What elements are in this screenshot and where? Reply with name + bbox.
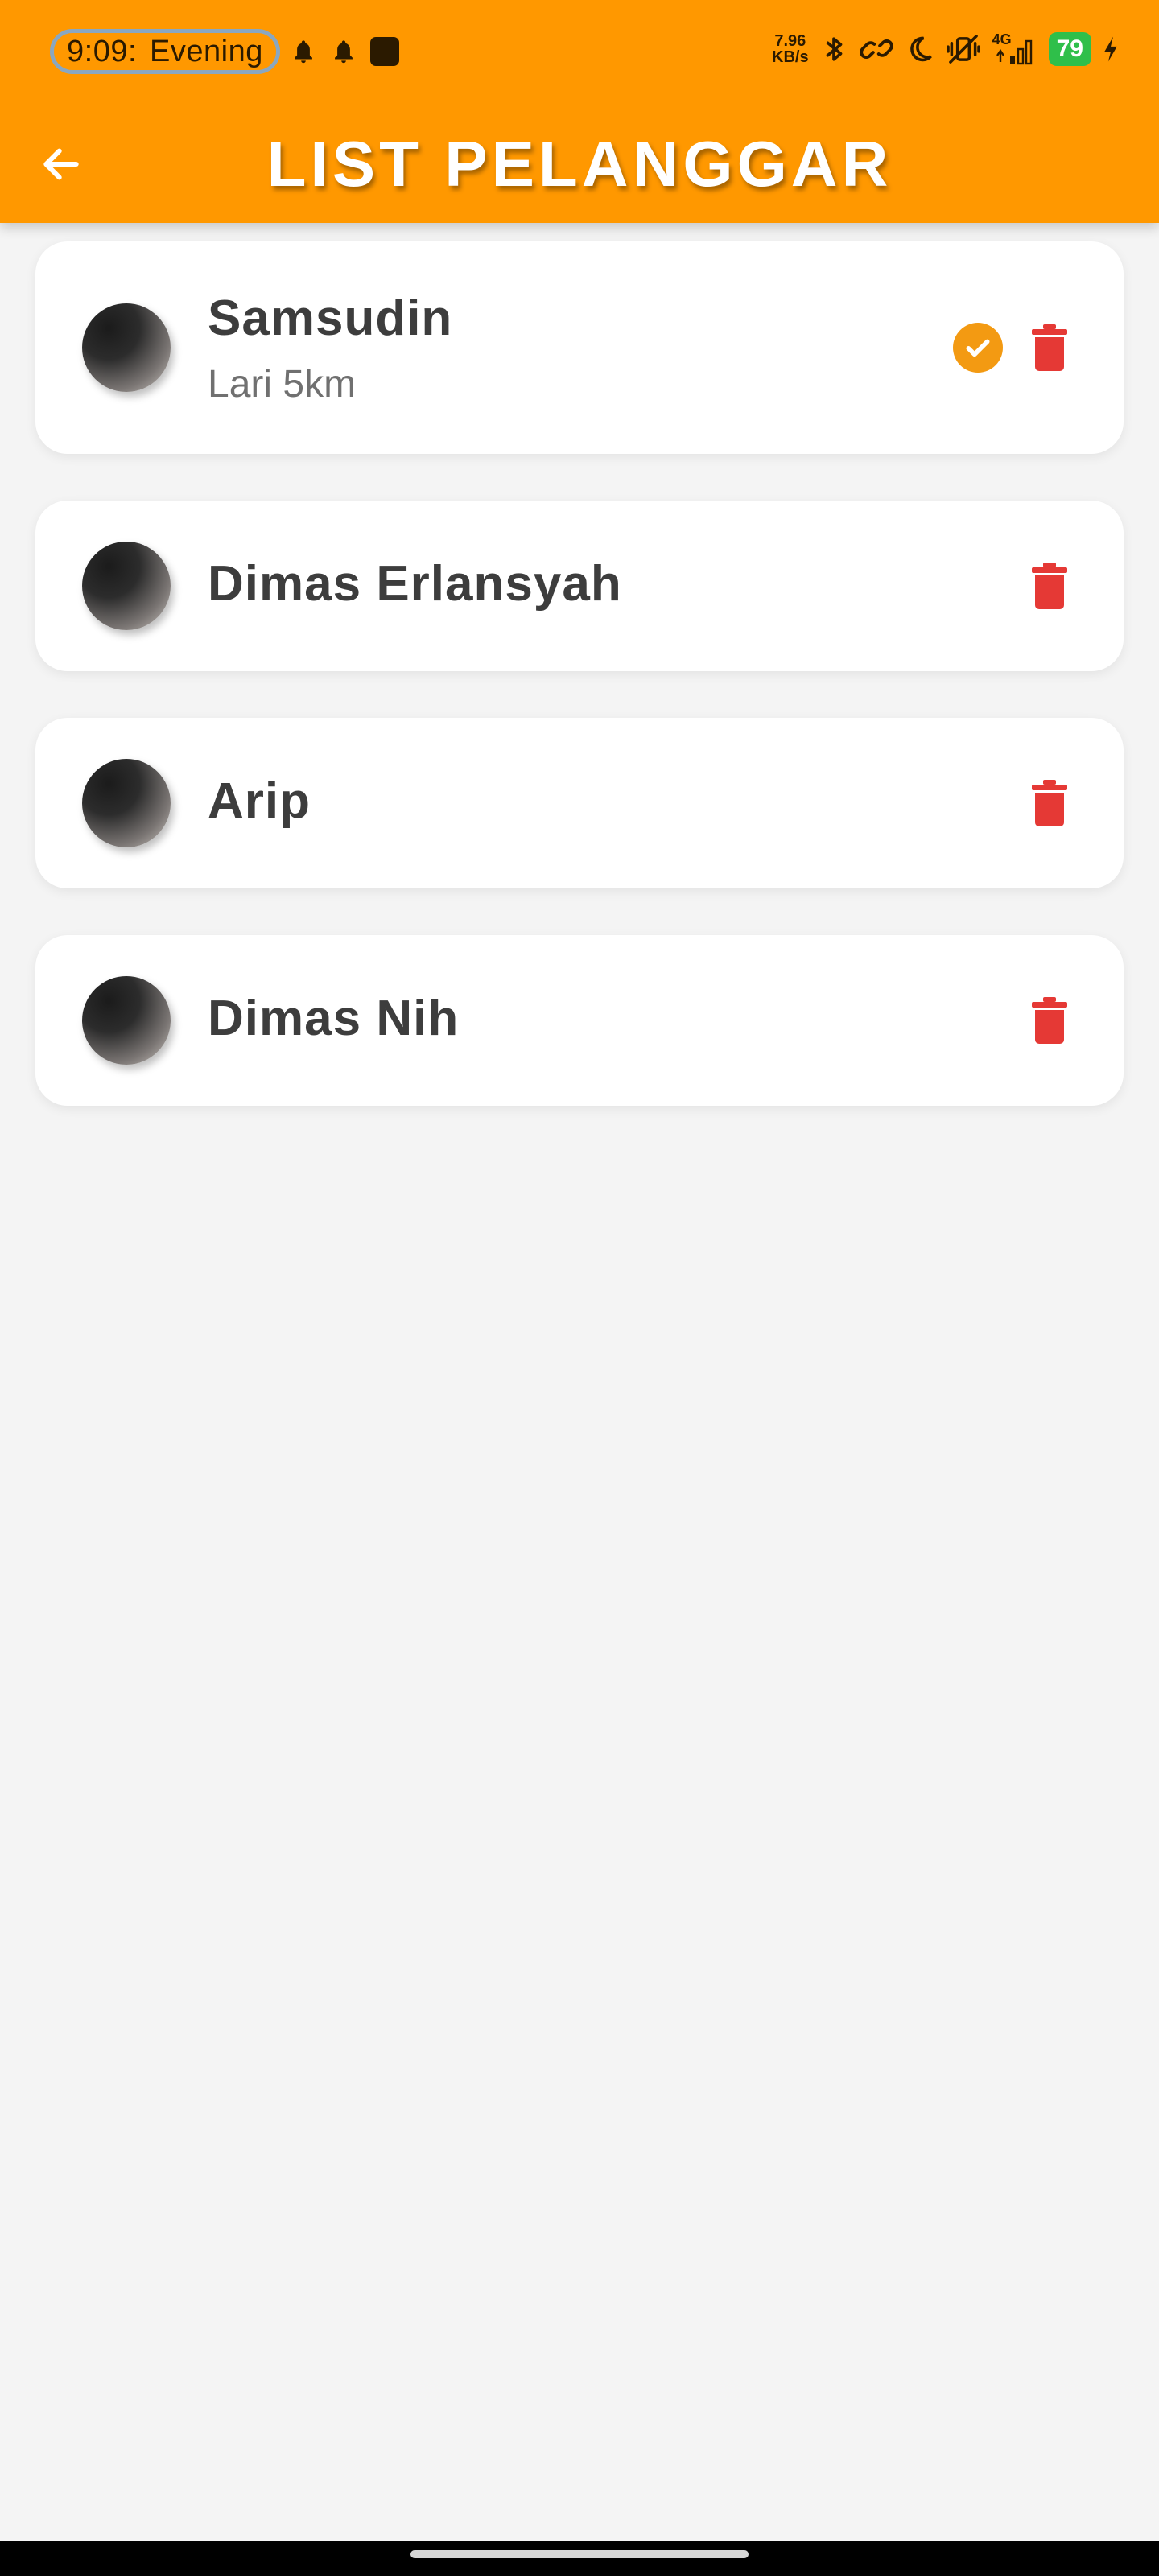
complete-button[interactable] xyxy=(953,323,1003,373)
app-notification-icon xyxy=(370,37,399,66)
item-name: Arip xyxy=(208,773,311,829)
network-speed-unit: KB/s xyxy=(772,48,809,66)
clock-pill[interactable]: 9:09: Evening xyxy=(50,29,280,74)
vibrate-off-icon xyxy=(946,35,980,64)
check-icon xyxy=(966,339,990,357)
battery-level: 79 xyxy=(1048,32,1091,66)
trash-icon xyxy=(1032,780,1067,826)
trash-icon xyxy=(1032,563,1067,609)
list-item[interactable]: Dimas Erlansyah xyxy=(35,501,1124,671)
notification-bell-icon-2 xyxy=(335,40,353,64)
network-speed-value: 7.96 xyxy=(774,32,806,50)
item-subtitle: Lari 5km xyxy=(208,363,357,406)
delete-button[interactable] xyxy=(1029,777,1070,829)
delete-button[interactable] xyxy=(1029,560,1070,612)
bluetooth-icon xyxy=(825,37,842,61)
home-gesture-handle[interactable] xyxy=(410,2550,749,2558)
violator-list: Samsudin Lari 5km Dimas Erlansyah Arip D… xyxy=(35,241,1124,1152)
list-item[interactable]: Samsudin Lari 5km xyxy=(35,241,1124,454)
link-icon xyxy=(859,39,893,59)
status-bar: 9:09: Evening 7.96 KB/s 4G 79 xyxy=(0,0,1159,105)
charging-icon xyxy=(1104,36,1117,62)
signal-bars-icon xyxy=(996,39,1032,65)
status-icons: 7.96 KB/s 4G 79 xyxy=(772,31,1119,66)
trash-icon xyxy=(1032,324,1067,371)
signal-icon: 4G xyxy=(992,31,1037,65)
clock-label: Evening xyxy=(150,34,263,68)
trash-icon xyxy=(1032,997,1067,1044)
system-navigation-bar xyxy=(0,2541,1159,2576)
network-speed: 7.96 KB/s xyxy=(772,33,809,65)
item-name: Dimas Nih xyxy=(208,991,460,1046)
avatar xyxy=(82,976,171,1065)
list-item[interactable]: Dimas Nih xyxy=(35,935,1124,1106)
avatar xyxy=(82,759,171,847)
app-bar: LIST PELANGGAR xyxy=(0,105,1159,223)
moon-icon xyxy=(909,36,932,62)
item-name: Samsudin xyxy=(208,291,453,346)
item-name: Dimas Erlansyah xyxy=(208,556,622,612)
notification-bell-icon xyxy=(295,40,312,64)
list-item[interactable]: Arip xyxy=(35,718,1124,888)
delete-button[interactable] xyxy=(1029,995,1070,1046)
avatar xyxy=(82,542,171,630)
top-bar: 9:09: Evening 7.96 KB/s 4G 79 LIST PELAN… xyxy=(0,0,1159,223)
avatar xyxy=(82,303,171,392)
delete-button[interactable] xyxy=(1029,322,1070,373)
clock-time: 9:09: xyxy=(67,34,138,68)
page-title: LIST PELANGGAR xyxy=(266,128,893,200)
